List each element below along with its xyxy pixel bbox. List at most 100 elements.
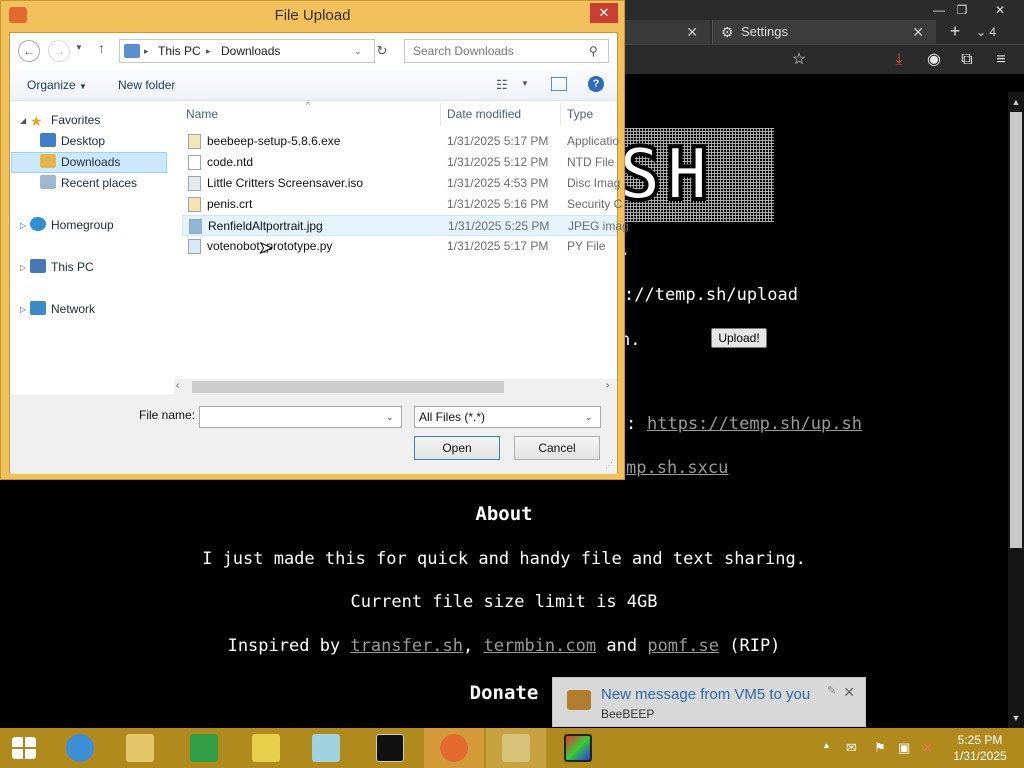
back-button[interactable]: ← bbox=[18, 40, 40, 62]
taskbar-internet-explorer[interactable] bbox=[50, 728, 110, 768]
script-link[interactable]: https://temp.sh/up.sh bbox=[647, 414, 862, 434]
bookmark-star-icon[interactable]: ☆ bbox=[788, 49, 810, 71]
resize-grip-icon[interactable]: ⋰ bbox=[605, 461, 613, 470]
column-header-name[interactable]: Name bbox=[186, 107, 218, 121]
horizontal-scroll-thumb[interactable] bbox=[192, 381, 504, 393]
taskbar-command-prompt[interactable] bbox=[360, 728, 420, 768]
system-clock[interactable]: 5:25 PM 1/31/2025 bbox=[950, 732, 1010, 764]
open-button[interactable]: Open bbox=[414, 436, 500, 460]
downloads-folder-icon bbox=[40, 154, 56, 168]
gear-icon: ⚙ bbox=[721, 24, 734, 40]
taskbar: ▲ ✉ ⚑ ▣ ✕ 5:25 PM 1/31/2025 bbox=[0, 728, 1024, 768]
network-icon bbox=[30, 301, 46, 315]
new-tab-button[interactable]: + bbox=[944, 22, 966, 42]
column-header-date[interactable]: Date modified bbox=[447, 107, 521, 121]
cancel-button[interactable]: Cancel bbox=[514, 436, 600, 460]
expand-icon[interactable]: ▷ bbox=[20, 263, 26, 272]
chevron-down-icon[interactable]: ⌄ bbox=[386, 407, 394, 427]
chat-notification[interactable]: New message from VM5 to you BeeBEEP ✎ ✕ bbox=[552, 677, 866, 727]
view-options-icon[interactable]: ☷ bbox=[496, 77, 508, 93]
preview-pane-icon[interactable] bbox=[551, 77, 567, 91]
column-divider[interactable] bbox=[440, 103, 441, 125]
chevron-down-icon[interactable]: ▼ bbox=[521, 79, 529, 88]
store-icon bbox=[190, 734, 218, 762]
nav-desktop[interactable]: Desktop bbox=[40, 131, 105, 151]
file-row[interactable]: code.ntd 1/31/2025 5:12 PM NTD File bbox=[182, 152, 617, 173]
extensions-icon[interactable]: ⧉ bbox=[956, 49, 978, 71]
file-name-input[interactable]: ⌄ bbox=[199, 406, 402, 428]
horizontal-scrollbar[interactable]: ‹ › bbox=[174, 379, 617, 395]
nav-this-pc[interactable]: This PC bbox=[30, 257, 94, 277]
account-icon[interactable]: ◉ bbox=[923, 49, 945, 71]
taskbar-app[interactable] bbox=[296, 728, 356, 768]
file-row[interactable]: penis.crt 1/31/2025 5:16 PM Security C bbox=[182, 194, 622, 215]
taskbar-file-explorer[interactable] bbox=[110, 728, 170, 768]
pin-icon[interactable]: ✎ bbox=[827, 684, 836, 697]
search-input[interactable]: Search Downloads ⚲ bbox=[404, 39, 609, 63]
taskbar-store[interactable] bbox=[174, 728, 234, 768]
taskbar-beebeep[interactable] bbox=[486, 728, 546, 768]
taskbar-firefox[interactable] bbox=[424, 728, 484, 768]
chevron-right-icon: ▸ bbox=[144, 46, 149, 56]
address-bar[interactable]: ▸ This PC ▸ Downloads ⌄ bbox=[119, 39, 375, 63]
app-icon bbox=[312, 734, 340, 762]
close-tab-icon[interactable]: ✕ bbox=[686, 20, 698, 44]
upload-submit-button[interactable]: Upload! bbox=[711, 328, 767, 348]
downloads-icon[interactable]: ⤓ bbox=[888, 49, 910, 71]
breadcrumb-downloads[interactable]: Downloads bbox=[221, 40, 280, 62]
file-type-filter-select[interactable]: All Files (*.*) ⌄ bbox=[414, 406, 601, 428]
start-button[interactable] bbox=[0, 728, 50, 768]
refresh-icon[interactable]: ↻ bbox=[372, 41, 392, 61]
menu-icon[interactable]: ≡ bbox=[990, 49, 1012, 71]
tab-list-button[interactable]: ⌄ 4 bbox=[976, 22, 1016, 42]
tab-settings[interactable]: ⚙ Settings ✕ bbox=[712, 20, 936, 44]
expand-icon[interactable]: ▷ bbox=[20, 305, 26, 314]
scroll-down-icon[interactable]: ▼ bbox=[1008, 710, 1024, 726]
expand-icon[interactable]: ▷ bbox=[20, 221, 26, 230]
link-transfer-sh[interactable]: transfer.sh bbox=[350, 636, 463, 656]
chevron-down-icon[interactable]: ⌄ bbox=[354, 40, 362, 62]
minimize-button[interactable]: — bbox=[932, 0, 946, 20]
column-divider[interactable] bbox=[560, 103, 561, 125]
file-row-selected[interactable]: RenfieldAltportrait.jpg 1/31/2025 5:25 P… bbox=[182, 215, 629, 236]
volume-muted-icon[interactable]: ✕ bbox=[922, 740, 933, 756]
restore-button[interactable]: ❐ bbox=[954, 0, 970, 20]
beebeep-tray-icon[interactable]: ✉ bbox=[846, 740, 857, 756]
window-close-button[interactable]: ✕ bbox=[990, 0, 1010, 20]
action-center-flag-icon[interactable]: ⚑ bbox=[874, 740, 886, 756]
file-row[interactable]: votenobot_prototype.py 1/31/2025 5:17 PM… bbox=[182, 236, 617, 257]
dialog-title-bar[interactable]: File Upload ✕ bbox=[1, 1, 624, 31]
scroll-left-icon[interactable]: ‹ bbox=[176, 380, 179, 391]
file-date: 1/31/2025 5:16 PM bbox=[447, 197, 549, 211]
file-row[interactable]: beebeep-setup-5.8.6.exe 1/31/2025 5:17 P… bbox=[182, 131, 619, 152]
close-tab-icon[interactable]: ✕ bbox=[912, 20, 924, 44]
show-hidden-icons[interactable]: ▲ bbox=[822, 740, 831, 750]
forward-button[interactable]: → bbox=[48, 40, 70, 62]
taskbar-screensaver[interactable] bbox=[548, 728, 608, 768]
breadcrumb-this-pc[interactable]: This PC bbox=[158, 40, 201, 62]
tab-count: 4 bbox=[989, 25, 997, 39]
file-row[interactable]: Little Critters Screensaver.iso 1/31/202… bbox=[182, 173, 620, 194]
sxcu-link[interactable]: mp.sh.sxcu bbox=[626, 458, 728, 478]
scroll-up-icon[interactable]: ▲ bbox=[1008, 94, 1024, 110]
link-termbin[interactable]: termbin.com bbox=[484, 636, 597, 656]
nav-favorites[interactable]: ★ Favorites bbox=[30, 110, 100, 130]
nav-network[interactable]: Network bbox=[30, 299, 95, 319]
link-pomf[interactable]: pomf.se bbox=[647, 636, 719, 656]
organize-button[interactable]: Organize ▼ bbox=[27, 78, 87, 92]
new-folder-button[interactable]: New folder bbox=[118, 78, 175, 92]
nav-downloads[interactable]: Downloads bbox=[40, 152, 120, 172]
taskbar-help[interactable] bbox=[236, 728, 296, 768]
dialog-close-button[interactable]: ✕ bbox=[590, 3, 618, 23]
nav-homegroup[interactable]: Homegroup bbox=[30, 215, 114, 235]
recent-locations-icon[interactable]: ▼ bbox=[75, 43, 83, 52]
scroll-right-icon[interactable]: › bbox=[606, 380, 609, 391]
help-icon[interactable]: ? bbox=[588, 76, 604, 92]
scroll-thumb[interactable] bbox=[1010, 112, 1022, 548]
column-header-type[interactable]: Type bbox=[567, 107, 593, 121]
nav-recent-places[interactable]: Recent places bbox=[40, 173, 137, 193]
network-tray-icon[interactable]: ▣ bbox=[898, 740, 910, 756]
collapse-icon[interactable]: ◢ bbox=[20, 116, 26, 125]
close-notification-icon[interactable]: ✕ bbox=[843, 684, 855, 701]
up-button[interactable]: ↑ bbox=[98, 40, 105, 56]
